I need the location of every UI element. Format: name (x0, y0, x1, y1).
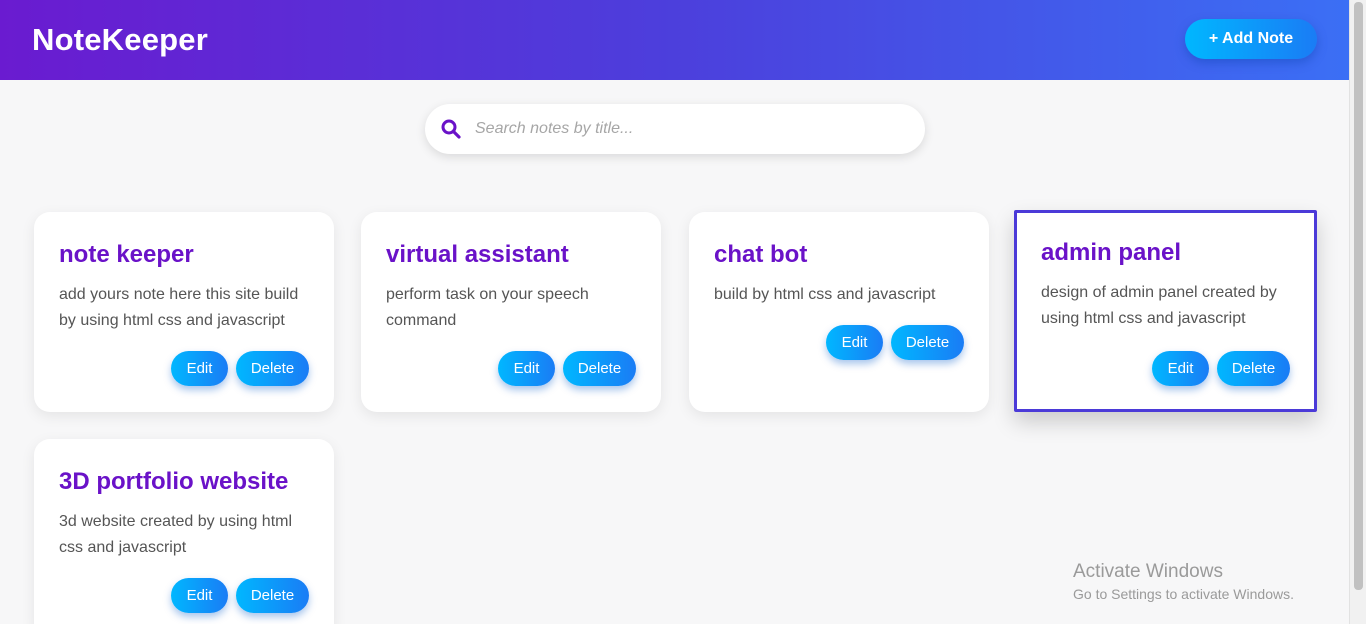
edit-button[interactable]: Edit (1152, 351, 1209, 386)
edit-button[interactable]: Edit (826, 325, 883, 360)
note-title: chat bot (714, 241, 808, 268)
note-body: perform task on your speech command (386, 286, 589, 329)
note-card: note keeper add yours note here this sit… (34, 212, 334, 412)
edit-button[interactable]: Edit (498, 351, 555, 386)
note-body: build by html css and javascript (714, 286, 936, 303)
note-actions: Edit Delete (498, 351, 636, 386)
app-page: NoteKeeper + Add Note note keeper add yo… (0, 0, 1366, 624)
delete-button[interactable]: Delete (563, 351, 636, 386)
app-header: NoteKeeper + Add Note (0, 0, 1349, 80)
watermark-title: Activate Windows (1073, 561, 1223, 582)
search-icon (441, 119, 461, 139)
edit-button[interactable]: Edit (171, 578, 228, 613)
note-title: 3D portfolio website (59, 468, 289, 495)
note-body: add yours note here this site build by u… (59, 286, 299, 329)
note-title: virtual assistant (386, 241, 569, 268)
note-title: note keeper (59, 241, 194, 268)
note-card: 3D portfolio website 3d website created … (34, 439, 334, 624)
search-bar (425, 104, 925, 154)
note-title: admin panel (1041, 239, 1182, 266)
note-card: virtual assistant perform task on your s… (361, 212, 661, 412)
delete-button[interactable]: Delete (236, 351, 309, 386)
note-card: chat bot build by html css and javascrip… (689, 212, 989, 412)
delete-button[interactable]: Delete (236, 578, 309, 613)
note-actions: Edit Delete (171, 578, 309, 613)
windows-activation-watermark: Activate Windows Go to Settings to activ… (1073, 561, 1294, 605)
delete-button[interactable]: Delete (891, 325, 964, 360)
watermark-subtitle: Go to Settings to activate Windows. (1073, 586, 1294, 602)
delete-button[interactable]: Delete (1217, 351, 1290, 386)
add-note-button[interactable]: + Add Note (1185, 18, 1317, 59)
note-body: 3d website created by using html css and… (59, 513, 293, 556)
app-title: NoteKeeper (32, 22, 208, 57)
note-body: design of admin panel created by using h… (1041, 284, 1277, 327)
scrollbar-thumb[interactable] (1354, 2, 1363, 590)
edit-button[interactable]: Edit (171, 351, 228, 386)
note-actions: Edit Delete (1152, 351, 1290, 386)
note-card-selected: admin panel design of admin panel create… (1014, 210, 1317, 412)
search-input[interactable] (475, 120, 875, 138)
vertical-scrollbar[interactable] (1349, 0, 1366, 624)
note-actions: Edit Delete (171, 351, 309, 386)
note-actions: Edit Delete (826, 325, 964, 360)
